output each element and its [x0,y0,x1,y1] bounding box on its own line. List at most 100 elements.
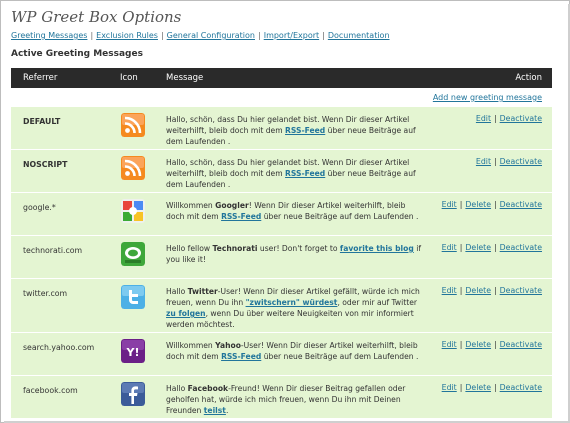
referrer-cell: facebook.com [23,386,78,395]
nav-import-export[interactable]: Import/Export [264,31,319,40]
greeting-table: DEFAULT Hallo, schön, dass Du hier geland… [11,107,552,419]
action-separator: | [459,200,463,209]
message-cell: Hallo Facebook-Freund! Wenn Dir dieser B… [166,383,421,416]
table-row: search.yahoo.com Y! Willkommen Yahoo-User!… [11,333,552,376]
table-row: NOSCRIPT Hallo, schön, dass Du hier gelan… [11,150,552,193]
action-cell: Edit | Delete | Deactivate [442,243,542,252]
nav-separator: | [90,31,94,40]
options-window: WP Greet Box Options Greeting Messages | E… [0,0,570,423]
message-link[interactable]: RSS-Feed [285,169,325,178]
message-highlight: Technorati [212,244,258,253]
column-referrer: Referrer [23,73,58,83]
message-highlight: Facebook [187,384,229,393]
rss-icon [121,113,145,137]
message-link[interactable]: teilst [204,406,226,415]
action-separator: | [494,200,497,209]
message-link[interactable]: favorite this blog [340,244,414,253]
nav-separator: | [258,31,261,40]
edit-link[interactable]: Edit [442,340,457,349]
delete-link[interactable]: Delete [465,340,491,349]
message-text: user! Don't forget to [257,244,340,253]
nav-general-configuration[interactable]: General Configuration [167,31,255,40]
action-cell: Edit | Delete | Deactivate [442,200,542,209]
table-header: Referrer Icon Message Action [11,68,552,88]
table-row: twitter.com Hallo Twitter-User! Wenn Dir … [11,279,552,333]
column-icon: Icon [120,73,138,83]
action-separator: | [494,243,497,252]
delete-link[interactable]: Delete [465,286,491,295]
message-link[interactable]: RSS-Feed [221,352,261,361]
message-text: , oder mir auf Twitter [337,298,417,307]
referrer-cell: DEFAULT [23,117,61,126]
section-title: Active Greeting Messages [11,49,143,59]
message-cell: Hallo, schön, dass Du hier gelandet bist… [166,157,421,190]
message-text: Hello fellow [166,244,213,253]
message-text: über neue Beiträge auf dem Laufenden . [261,352,419,361]
table-row: DEFAULT Hallo, schön, dass Du hier geland… [11,107,552,150]
edit-link[interactable]: Edit [442,243,457,252]
edit-link[interactable]: Edit [442,200,457,209]
add-greeting-message-link[interactable]: Add new greeting message [433,93,542,102]
deactivate-link[interactable]: Deactivate [500,157,542,166]
message-cell: Willkommen Yahoo-User! Wenn Dir dieser A… [166,340,421,362]
table-row: technorati.com Hello fellow Technorati us… [11,236,552,279]
message-text: . [225,406,229,415]
action-cell: Edit | Deactivate [476,157,542,166]
deactivate-link[interactable]: Deactivate [500,114,542,123]
action-separator: | [459,243,463,252]
delete-link[interactable]: Delete [465,200,491,209]
table-row: google.* Willkommen Googler! Wenn Dir die… [11,193,552,236]
table-row: facebook.com Hallo Facebook-Freund! Wenn … [11,376,552,419]
edit-link[interactable]: Edit [442,383,457,392]
action-separator: | [494,340,497,349]
twitter-icon [121,285,145,309]
action-separator: | [494,286,497,295]
rss-icon [121,156,145,180]
action-cell: Edit | Delete | Deactivate [442,340,542,349]
edit-link[interactable]: Edit [476,157,491,166]
column-message: Message [166,73,204,83]
action-cell: Edit | Deactivate [476,114,542,123]
column-action: Action [515,73,542,83]
deactivate-link[interactable]: Deactivate [500,286,542,295]
deactivate-link[interactable]: Deactivate [500,243,542,252]
message-text: Hallo [166,287,188,296]
action-cell: Edit | Delete | Deactivate [442,383,542,392]
referrer-cell: twitter.com [23,289,68,298]
action-separator: | [459,340,463,349]
edit-link[interactable]: Edit [442,286,457,295]
technorati-icon [121,242,145,266]
message-text: Willkommen [166,201,216,210]
action-cell: Edit | Delete | Deactivate [442,286,542,295]
sub-navigation: Greeting Messages | Exclusion Rules | Genera… [11,31,390,40]
delete-link[interactable]: Delete [465,383,491,392]
nav-exclusion-rules[interactable]: Exclusion Rules [96,31,158,40]
nav-documentation[interactable]: Documentation [328,31,390,40]
svg-text:Y!: Y! [126,346,140,359]
message-text: Willkommen [166,341,216,350]
nav-separator: | [160,31,164,40]
action-separator: | [494,157,497,166]
deactivate-link[interactable]: Deactivate [500,383,542,392]
message-link[interactable]: RSS-Feed [221,212,261,221]
referrer-cell: NOSCRIPT [23,160,68,169]
message-link[interactable]: zu folgen [166,309,206,318]
yahoo-icon: Y! [121,339,145,363]
nav-greeting-messages[interactable]: Greeting Messages [11,31,87,40]
deactivate-link[interactable]: Deactivate [500,340,542,349]
action-separator: | [494,383,497,392]
message-highlight: Yahoo [215,341,241,350]
nav-separator: | [322,31,325,40]
delete-link[interactable]: Delete [465,243,491,252]
edit-link[interactable]: Edit [476,114,491,123]
referrer-cell: search.yahoo.com [23,343,95,352]
message-cell: Hallo Twitter-User! Wenn Dir dieser Arti… [166,286,421,330]
message-highlight: Twitter [187,287,218,296]
facebook-icon [121,382,145,406]
action-separator: | [494,114,497,123]
referrer-cell: technorati.com [23,246,83,255]
message-text: Hallo [166,384,188,393]
deactivate-link[interactable]: Deactivate [500,200,542,209]
message-link[interactable]: "zwitschern" würdest [246,298,338,307]
message-link[interactable]: RSS-Feed [285,126,325,135]
